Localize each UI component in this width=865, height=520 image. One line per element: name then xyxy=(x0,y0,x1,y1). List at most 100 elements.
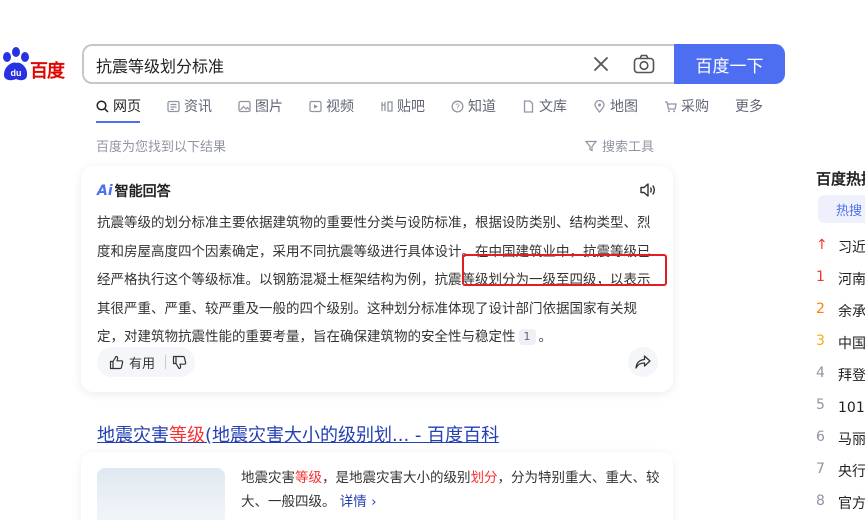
share-icon xyxy=(635,355,651,369)
result-card: 地震灾害等级，是地震灾害大小的级别划分，分为特别重大、重大、较大、一般四级。 详… xyxy=(81,452,673,520)
hot-item-text: 拜登 xyxy=(838,368,865,384)
hot-list-tab[interactable]: 热搜 xyxy=(818,195,865,223)
hot-rank: 8 xyxy=(816,493,825,509)
news-icon xyxy=(167,100,180,112)
hot-item-text: 河南 xyxy=(838,272,865,288)
tab-web[interactable]: 网页 xyxy=(96,95,141,117)
speaker-icon[interactable] xyxy=(639,182,657,198)
result-snippet: 地震灾害等级，是地震灾害大小的级别划分，分为特别重大、重大、较大、一般四级。 详… xyxy=(241,466,661,514)
hot-item-text: 官方 xyxy=(838,496,865,512)
logo-text: 百度 xyxy=(30,61,65,82)
svg-text:du: du xyxy=(11,68,22,78)
tab-label: 贴吧 xyxy=(397,99,425,115)
tab-bar: 网页 资讯 图片 视频 贴吧 ? 知道 文库 地图 采购 更多 xyxy=(96,95,789,117)
svg-text:?: ? xyxy=(455,102,460,111)
thumbs-down-icon xyxy=(172,355,187,369)
hot-item-text: 中国 xyxy=(838,336,865,352)
baidu-logo[interactable]: du 百度 xyxy=(0,45,70,85)
hot-item-text: 马丽 xyxy=(838,432,865,448)
tab-zhidao[interactable]: ? 知道 xyxy=(451,95,496,117)
hot-list-item[interactable]: 3 中国 xyxy=(816,333,865,353)
thumbs-up-icon xyxy=(109,355,124,369)
hot-rank: 4 xyxy=(816,365,825,381)
hot-list-item[interactable]: ↑ 习近 xyxy=(816,237,865,257)
tab-label: 知道 xyxy=(468,99,496,115)
result-title-part: (地震灾害大小的级别划... - 百度百科 xyxy=(205,425,500,446)
tab-label: 采购 xyxy=(681,99,709,115)
tab-label: 图片 xyxy=(255,99,283,115)
result-title-part: 地震灾害 xyxy=(97,425,169,446)
hot-list-item[interactable]: 7 央行 xyxy=(816,461,865,481)
tab-label: 网页 xyxy=(113,99,141,115)
close-icon[interactable] xyxy=(592,55,610,73)
dislike-button[interactable] xyxy=(172,355,187,370)
snippet-part: 地震灾害 xyxy=(241,470,295,486)
search-box xyxy=(82,44,678,84)
search-button[interactable]: 百度一下 xyxy=(674,44,785,84)
hot-list-item[interactable]: 2 余承 xyxy=(816,301,865,321)
map-icon xyxy=(594,99,605,113)
result-thumbnail[interactable] xyxy=(97,468,225,520)
tab-news[interactable]: 资讯 xyxy=(167,95,212,117)
tab-map[interactable]: 地图 xyxy=(593,95,638,117)
hot-item-text: 习近 xyxy=(838,240,865,256)
snippet-keyword: 划分 xyxy=(470,470,498,486)
active-tab-indicator xyxy=(96,121,140,123)
tab-label: 视频 xyxy=(326,99,354,115)
tab-purchase[interactable]: 采购 xyxy=(664,95,709,117)
ai-badge: Ai xyxy=(97,183,113,199)
like-button[interactable]: 有用 xyxy=(97,353,155,372)
citation-badge[interactable]: 1 xyxy=(518,329,536,345)
question-icon: ? xyxy=(451,100,464,112)
snippet-keyword: 等级 xyxy=(295,470,322,486)
ai-text-end: 。 xyxy=(538,329,553,345)
result-title-link[interactable]: 地震灾害等级(地震灾害大小的级别划... - 百度百科 xyxy=(97,421,499,447)
ai-answer-header: Ai 智能回答 xyxy=(97,181,171,201)
hot-rank: ↑ xyxy=(816,237,828,253)
tab-video[interactable]: 视频 xyxy=(309,95,354,117)
hot-rank: 2 xyxy=(816,301,825,317)
cart-icon xyxy=(665,100,677,112)
tieba-icon xyxy=(381,100,393,112)
video-icon xyxy=(309,100,322,112)
hot-list-item[interactable]: 8 官方 xyxy=(816,493,865,513)
ai-answer-title: 智能回答 xyxy=(114,184,171,200)
filter-icon xyxy=(585,140,597,151)
hot-rank: 3 xyxy=(816,333,825,349)
tab-wenku[interactable]: 文库 xyxy=(522,95,567,117)
hot-item-text: 101岁 xyxy=(838,400,865,416)
hot-rank: 6 xyxy=(816,429,825,445)
result-title-keyword: 等级 xyxy=(169,425,205,446)
paw-icon: du xyxy=(3,47,29,81)
search-icon xyxy=(96,99,109,113)
camera-icon[interactable] xyxy=(633,54,655,74)
tab-more[interactable]: 更多 xyxy=(735,95,763,117)
feedback-bar: 有用 xyxy=(97,347,195,377)
tab-tieba[interactable]: 贴吧 xyxy=(380,95,425,117)
hot-rank: 7 xyxy=(816,461,825,477)
result-count: 百度为您找到以下结果 xyxy=(96,140,227,155)
hot-rank: 1 xyxy=(816,269,825,285)
tab-label: 更多 xyxy=(735,99,763,115)
search-input[interactable] xyxy=(96,55,576,74)
hot-rank: 5 xyxy=(816,397,825,413)
doc-icon xyxy=(523,99,534,113)
details-link[interactable]: 详情 › xyxy=(340,494,377,510)
hot-list-item[interactable]: 6 马丽 xyxy=(816,429,865,449)
tab-label: 资讯 xyxy=(184,99,212,115)
hot-item-text: 余承 xyxy=(838,304,865,320)
hot-list-item[interactable]: 1 河南 xyxy=(816,269,865,289)
share-button[interactable] xyxy=(628,347,658,377)
tab-label: 文库 xyxy=(539,99,567,115)
image-icon xyxy=(238,100,251,112)
tab-images[interactable]: 图片 xyxy=(238,95,283,117)
tab-label: 地图 xyxy=(610,99,638,115)
search-tools-button[interactable]: 搜索工具 xyxy=(585,136,654,155)
divider xyxy=(165,355,167,369)
hot-list-item[interactable]: 4 拜登 xyxy=(816,365,865,385)
hot-list-title: 百度热搜 xyxy=(816,170,865,188)
hot-item-text: 央行 xyxy=(838,464,865,480)
like-label: 有用 xyxy=(129,356,156,372)
snippet-part: ，是地震灾害大小的级别 xyxy=(322,470,471,486)
hot-list-item[interactable]: 5 101岁 xyxy=(816,397,865,417)
